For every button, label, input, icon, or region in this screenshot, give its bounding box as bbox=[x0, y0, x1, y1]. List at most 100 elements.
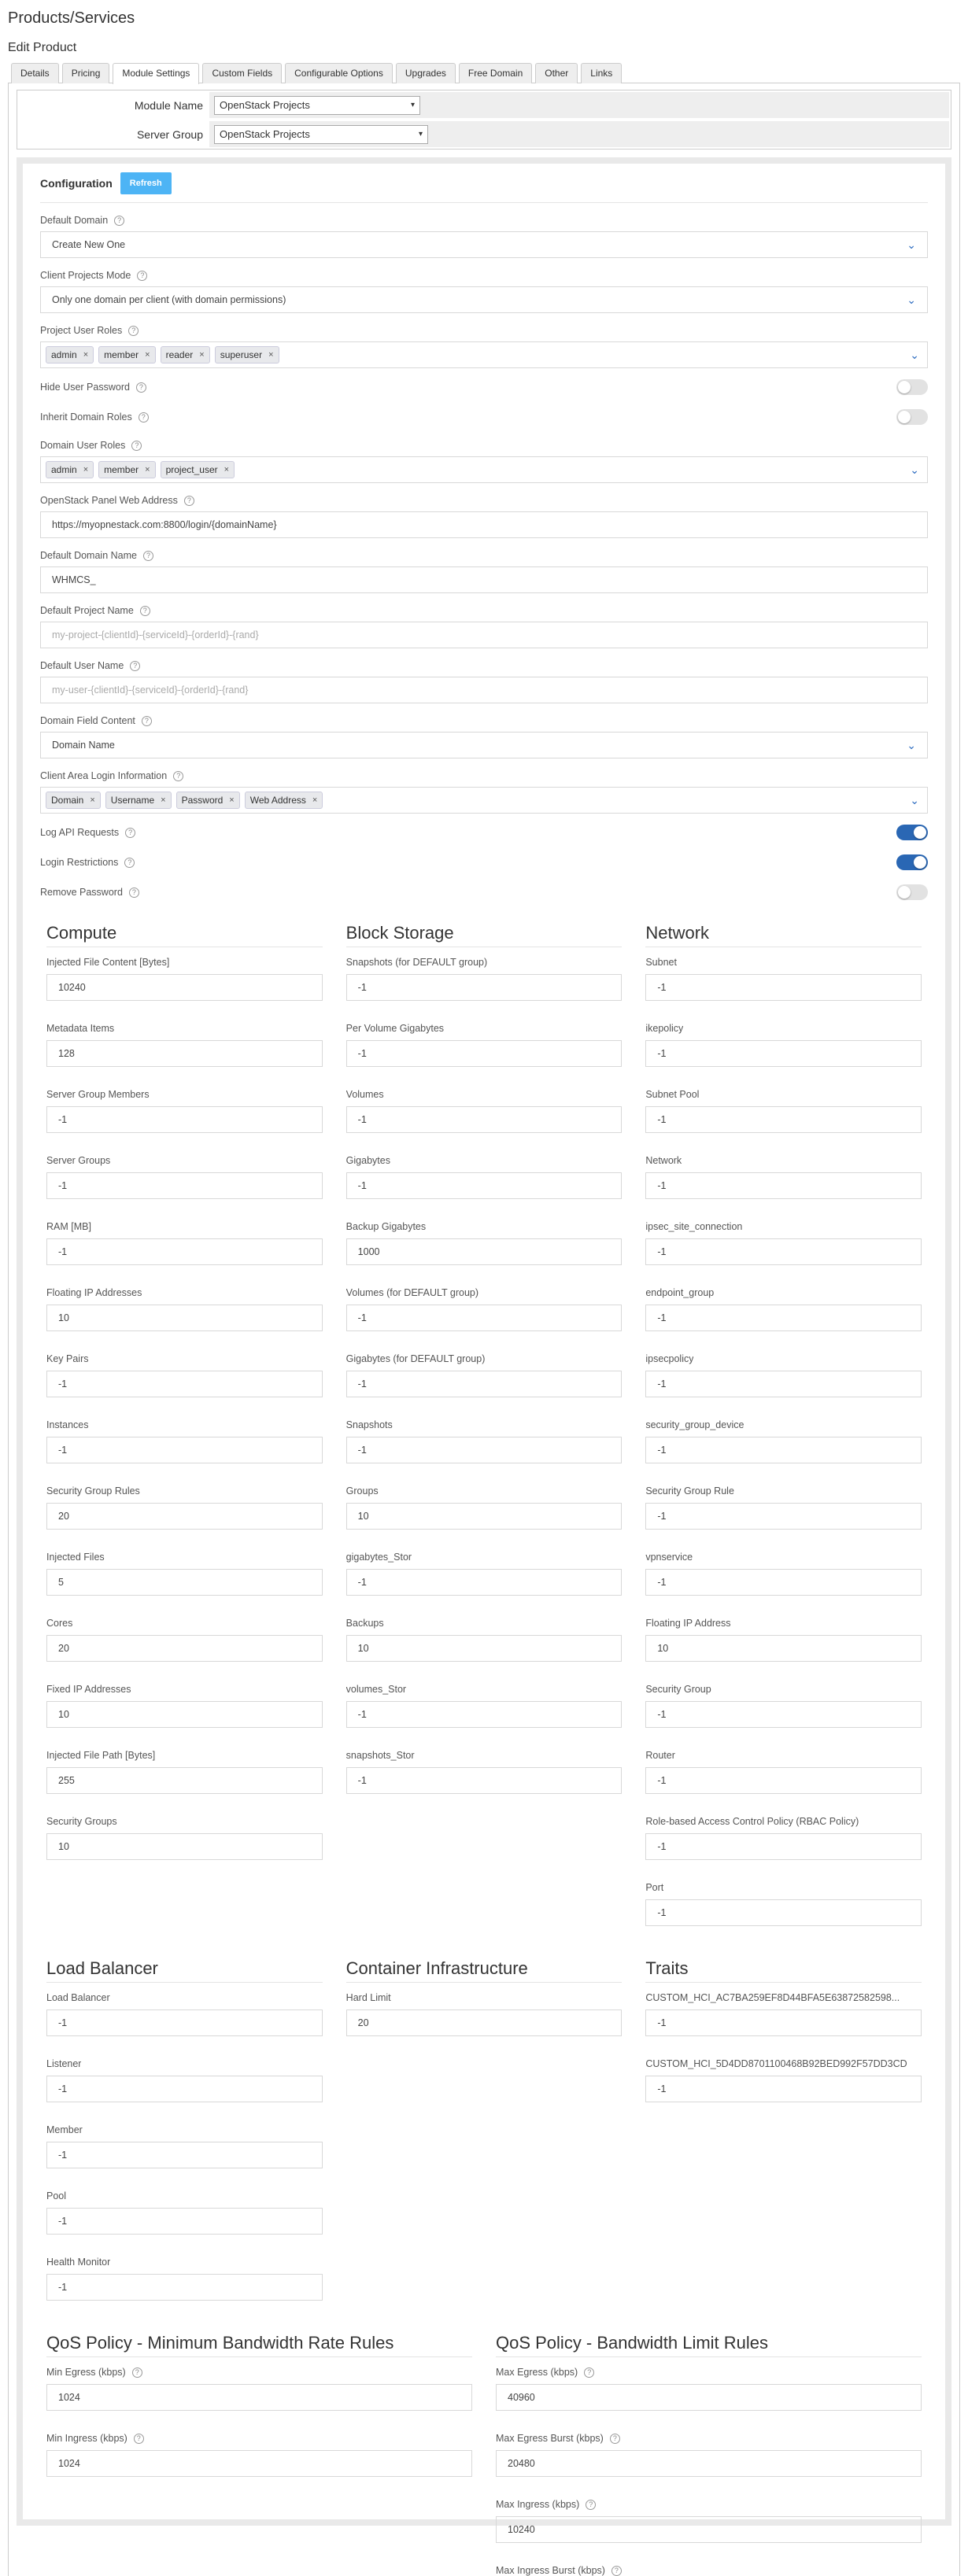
module-name-select[interactable]: OpenStack Projects ▾ bbox=[214, 95, 420, 115]
tab-pricing[interactable]: Pricing bbox=[61, 63, 110, 83]
refresh-button[interactable]: Refresh bbox=[120, 172, 172, 194]
tab-configurable-options[interactable]: Configurable Options bbox=[285, 63, 393, 83]
help-icon[interactable]: ? bbox=[138, 411, 149, 423]
quota-field-input[interactable]: 10240 bbox=[496, 2516, 922, 2543]
remove-tag-icon[interactable]: × bbox=[83, 465, 88, 474]
quota-field-input[interactable]: 10 bbox=[645, 1635, 922, 1662]
quota-field-input[interactable]: 1024 bbox=[46, 2384, 472, 2411]
quota-field-input[interactable]: -1 bbox=[46, 1238, 323, 1265]
quota-field-input[interactable]: -1 bbox=[645, 1569, 922, 1596]
remove-tag-icon[interactable]: × bbox=[161, 795, 165, 805]
help-icon[interactable]: ? bbox=[609, 2433, 620, 2444]
quota-field-input[interactable]: -1 bbox=[645, 1040, 922, 1067]
quota-field-input[interactable]: 1024 bbox=[46, 2450, 472, 2477]
quota-field-input[interactable]: 10240 bbox=[46, 974, 323, 1001]
log-api-requests-toggle[interactable] bbox=[896, 825, 928, 840]
quota-field-input[interactable]: -1 bbox=[645, 1238, 922, 1265]
quota-field-input[interactable]: -1 bbox=[345, 1701, 623, 1728]
quota-field-input[interactable]: -1 bbox=[345, 1106, 623, 1133]
help-icon[interactable]: ? bbox=[584, 2367, 595, 2378]
help-icon[interactable]: ? bbox=[142, 550, 153, 561]
quota-field-input[interactable]: 10 bbox=[345, 1635, 623, 1662]
quota-field-input[interactable]: 20480 bbox=[496, 2450, 922, 2477]
quota-field-input[interactable]: -1 bbox=[345, 974, 623, 1001]
help-icon[interactable]: ? bbox=[128, 325, 139, 336]
quota-field-input[interactable]: -1 bbox=[345, 1767, 623, 1794]
server-group-select[interactable]: OpenStack Projects ▾ bbox=[214, 124, 428, 144]
help-icon[interactable]: ? bbox=[131, 440, 142, 451]
help-icon[interactable]: ? bbox=[586, 2499, 597, 2510]
remove-tag-icon[interactable]: × bbox=[145, 350, 150, 360]
tab-custom-fields[interactable]: Custom Fields bbox=[202, 63, 283, 83]
default-project-name-input[interactable]: my-project-{clientId}-{serviceId}-{order… bbox=[40, 622, 928, 648]
quota-field-input[interactable]: -1 bbox=[645, 1106, 922, 1133]
quota-field-input[interactable]: 10 bbox=[46, 1833, 323, 1860]
help-icon[interactable]: ? bbox=[137, 270, 148, 281]
help-icon[interactable]: ? bbox=[133, 2433, 144, 2444]
quota-field-input[interactable]: -1 bbox=[645, 1701, 922, 1728]
help-icon[interactable]: ? bbox=[611, 2565, 622, 2576]
tab-upgrades[interactable]: Upgrades bbox=[395, 63, 456, 83]
quota-field-input[interactable]: -1 bbox=[46, 1371, 323, 1397]
quota-field-input[interactable]: -1 bbox=[345, 1437, 623, 1463]
default-domain-name-input[interactable]: WHMCS_ bbox=[40, 566, 928, 593]
quota-field-input[interactable]: -1 bbox=[46, 2274, 323, 2301]
domain-field-content-select[interactable]: Domain Name ⌄ bbox=[40, 732, 928, 758]
remove-tag-icon[interactable]: × bbox=[199, 350, 204, 360]
tab-other[interactable]: Other bbox=[535, 63, 578, 83]
quota-field-input[interactable]: -1 bbox=[645, 2076, 922, 2102]
help-icon[interactable]: ? bbox=[128, 887, 139, 898]
quota-field-input[interactable]: -1 bbox=[645, 1305, 922, 1331]
project-user-roles-select[interactable]: admin × member × reader × superuser × ⌄ bbox=[40, 341, 928, 368]
remove-password-toggle[interactable] bbox=[896, 884, 928, 900]
default-user-name-input[interactable]: my-user-{clientId}-{serviceId}-{orderId}… bbox=[40, 677, 928, 703]
help-icon[interactable]: ? bbox=[131, 2367, 142, 2378]
quota-field-input[interactable]: -1 bbox=[46, 2208, 323, 2235]
tab-free-domain[interactable]: Free Domain bbox=[458, 63, 533, 83]
default-domain-select[interactable]: Create New One ⌄ bbox=[40, 231, 928, 258]
remove-tag-icon[interactable]: × bbox=[229, 795, 234, 805]
quota-field-input[interactable]: 10 bbox=[46, 1305, 323, 1331]
quota-field-input[interactable]: -1 bbox=[46, 1172, 323, 1199]
login-restrictions-toggle[interactable] bbox=[896, 854, 928, 870]
help-icon[interactable]: ? bbox=[135, 382, 146, 393]
quota-field-input[interactable]: -1 bbox=[46, 2010, 323, 2036]
quota-field-input[interactable]: -1 bbox=[46, 2076, 323, 2102]
help-icon[interactable]: ? bbox=[125, 827, 136, 838]
hide-user-password-toggle[interactable] bbox=[896, 379, 928, 395]
quota-field-input[interactable]: -1 bbox=[345, 1569, 623, 1596]
client-projects-mode-select[interactable]: Only one domain per client (with domain … bbox=[40, 286, 928, 313]
quota-field-input[interactable]: -1 bbox=[345, 1305, 623, 1331]
quota-field-input[interactable]: 40960 bbox=[496, 2384, 922, 2411]
quota-field-input[interactable]: 20 bbox=[345, 2010, 623, 2036]
remove-tag-icon[interactable]: × bbox=[90, 795, 94, 805]
tab-links[interactable]: Links bbox=[581, 63, 623, 83]
quota-field-input[interactable]: -1 bbox=[345, 1371, 623, 1397]
tab-details[interactable]: Details bbox=[11, 63, 59, 83]
inherit-domain-roles-toggle[interactable] bbox=[896, 409, 928, 425]
client-area-login-select[interactable]: Domain × Username × Password × Web Address × ⌄ bbox=[40, 787, 928, 814]
quota-field-input[interactable]: 255 bbox=[46, 1767, 323, 1794]
quota-field-input[interactable]: -1 bbox=[645, 974, 922, 1001]
quota-field-input[interactable]: -1 bbox=[46, 2142, 323, 2168]
help-icon[interactable]: ? bbox=[124, 857, 135, 868]
quota-field-input[interactable]: -1 bbox=[345, 1172, 623, 1199]
quota-field-input[interactable]: 20 bbox=[46, 1503, 323, 1530]
help-icon[interactable]: ? bbox=[114, 215, 125, 226]
quota-field-input[interactable]: -1 bbox=[645, 1503, 922, 1530]
quota-field-input[interactable]: 5 bbox=[46, 1569, 323, 1596]
remove-tag-icon[interactable]: × bbox=[224, 465, 229, 474]
quota-field-input[interactable]: -1 bbox=[345, 1040, 623, 1067]
remove-tag-icon[interactable]: × bbox=[268, 350, 273, 360]
help-icon[interactable]: ? bbox=[183, 495, 194, 506]
quota-field-input[interactable]: -1 bbox=[645, 2010, 922, 2036]
remove-tag-icon[interactable]: × bbox=[312, 795, 317, 805]
help-icon[interactable]: ? bbox=[141, 715, 152, 726]
quota-field-input[interactable]: -1 bbox=[645, 1833, 922, 1860]
remove-tag-icon[interactable]: × bbox=[145, 465, 150, 474]
quota-field-input[interactable]: -1 bbox=[645, 1437, 922, 1463]
remove-tag-icon[interactable]: × bbox=[83, 350, 88, 360]
help-icon[interactable]: ? bbox=[173, 770, 184, 781]
quota-field-input[interactable]: 1000 bbox=[345, 1238, 623, 1265]
quota-field-input[interactable]: -1 bbox=[46, 1437, 323, 1463]
